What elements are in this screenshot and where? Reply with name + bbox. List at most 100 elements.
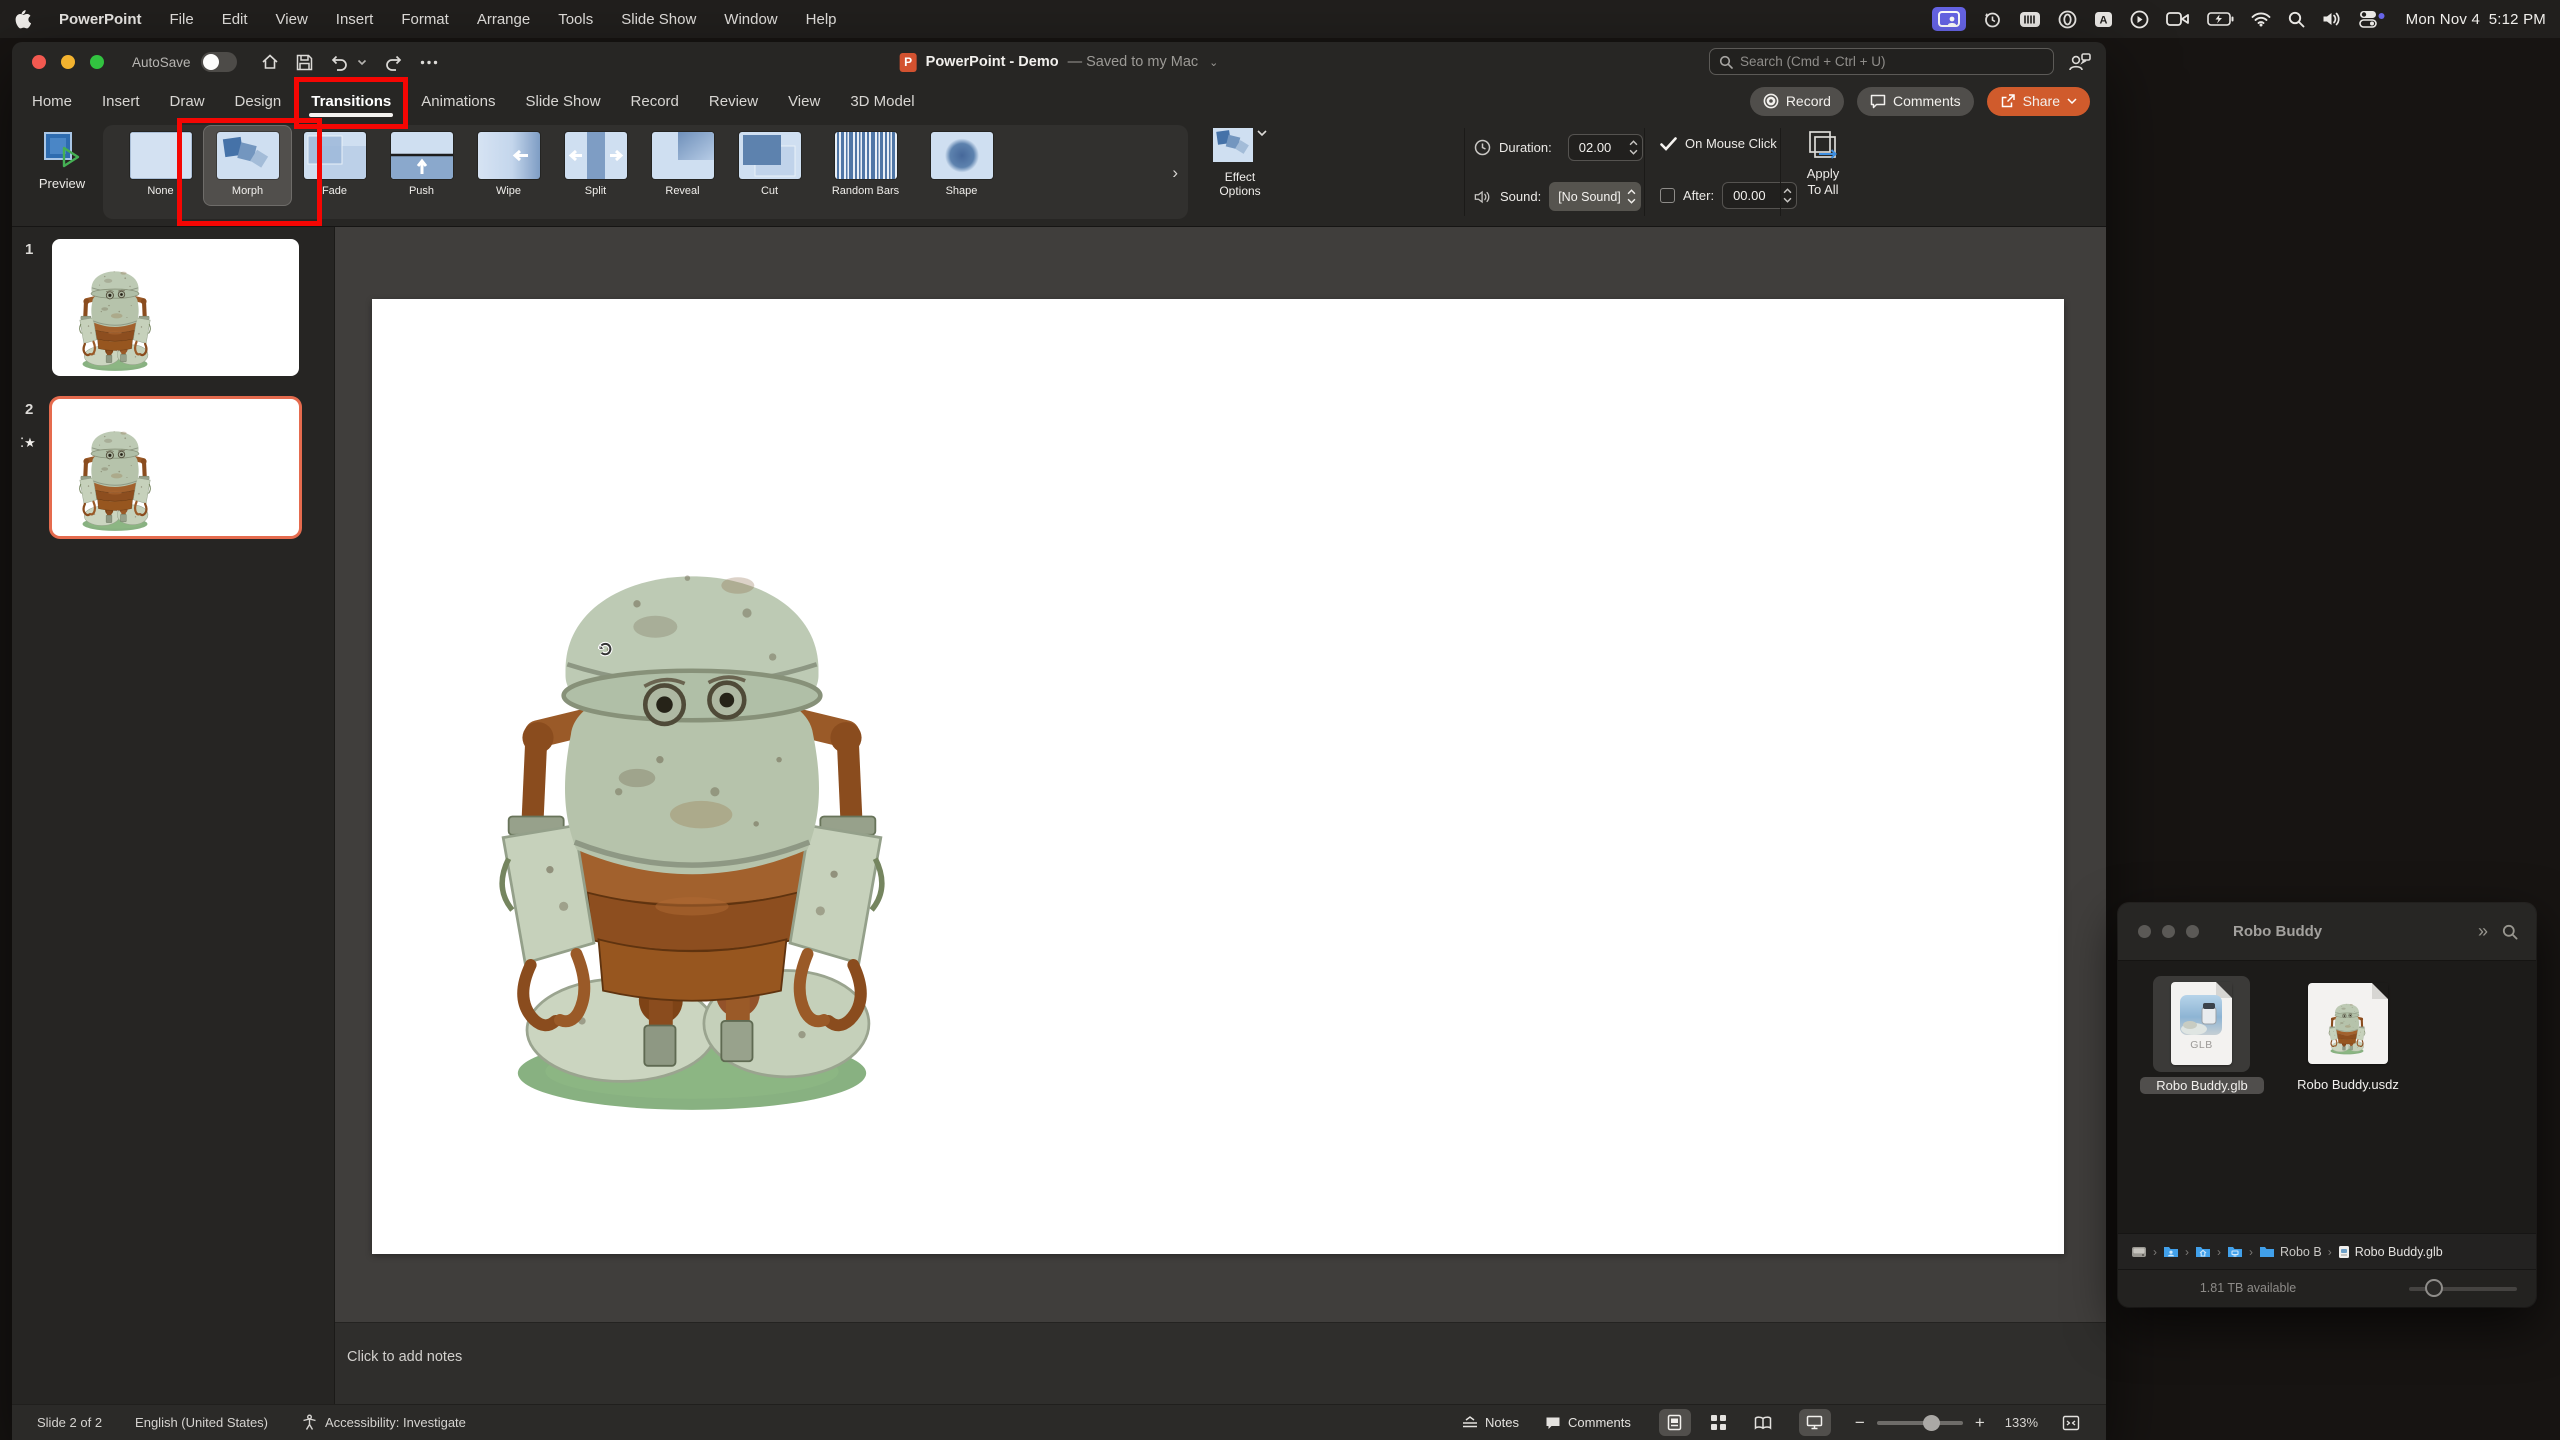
tab-review[interactable]: Review bbox=[709, 84, 758, 119]
transition-reveal[interactable]: Reveal bbox=[639, 132, 726, 197]
menu-view[interactable]: View bbox=[276, 11, 308, 28]
transition-random-bars[interactable]: Random Bars bbox=[813, 132, 918, 197]
tab-design[interactable]: Design bbox=[235, 84, 282, 119]
accessibility-status[interactable]: Accessibility: Investigate bbox=[301, 1414, 466, 1431]
zoom-in-button[interactable]: + bbox=[1975, 1413, 1985, 1433]
duration-stepper[interactable] bbox=[1629, 140, 1638, 155]
zoom-out-button[interactable]: − bbox=[1855, 1413, 1865, 1433]
slideshow-view-button[interactable] bbox=[1799, 1409, 1831, 1436]
save-icon[interactable] bbox=[296, 54, 313, 71]
finder-titlebar[interactable]: Robo Buddy » bbox=[2118, 903, 2536, 961]
transition-wipe[interactable]: Wipe bbox=[465, 132, 552, 197]
finder-file-area[interactable]: GLB Robo Buddy.glb Robo Buddy.usdz bbox=[2118, 961, 2536, 1233]
input-source-icon[interactable]: A bbox=[2094, 7, 2113, 31]
transition-push[interactable]: Push bbox=[378, 132, 465, 197]
minimize-button[interactable] bbox=[61, 55, 75, 69]
menu-window[interactable]: Window bbox=[724, 11, 777, 28]
tab-slide-show[interactable]: Slide Show bbox=[525, 84, 600, 119]
transition-morph[interactable]: Morph bbox=[204, 126, 291, 205]
zoom-level[interactable]: 133% bbox=[2005, 1415, 2038, 1430]
menu-tools[interactable]: Tools bbox=[558, 11, 593, 28]
tab-animations[interactable]: Animations bbox=[421, 84, 495, 119]
close-button[interactable] bbox=[32, 55, 46, 69]
menu-slide-show[interactable]: Slide Show bbox=[621, 11, 696, 28]
path-robo-buddy-folder-icon[interactable] bbox=[2259, 1245, 2275, 1258]
gallery-expand-chevron-icon[interactable]: › bbox=[1172, 163, 1178, 183]
menubar-app-name[interactable]: PowerPoint bbox=[59, 11, 142, 28]
control-center-icon[interactable] bbox=[2359, 7, 2385, 31]
preview-button[interactable]: Preview bbox=[26, 130, 98, 191]
slide-2-preview[interactable] bbox=[52, 399, 299, 536]
sound-dropdown-stepper[interactable] bbox=[1627, 189, 1636, 204]
path-folder-name[interactable]: Robo B bbox=[2280, 1245, 2322, 1259]
fullscreen-button[interactable] bbox=[90, 55, 104, 69]
menubar-clock[interactable]: Mon Nov 4 5:12 PM bbox=[2406, 11, 2546, 28]
slide-sorter-view-button[interactable] bbox=[1703, 1409, 1735, 1436]
slide-2-editing-surface[interactable] bbox=[372, 299, 2064, 1254]
zoom-slider-thumb[interactable] bbox=[1923, 1415, 1940, 1431]
spotlight-icon[interactable] bbox=[2288, 7, 2305, 31]
menu-insert[interactable]: Insert bbox=[336, 11, 374, 28]
notes-placeholder[interactable]: Click to add notes bbox=[347, 1349, 462, 1365]
transition-fade[interactable]: Fade bbox=[291, 132, 378, 197]
presenter-coaching-icon[interactable] bbox=[2068, 52, 2092, 72]
path-disk-icon[interactable] bbox=[2131, 1245, 2147, 1259]
share-button[interactable]: Share bbox=[1987, 87, 2090, 116]
duration-input[interactable]: 02.00 bbox=[1568, 134, 1643, 161]
screen-record-icon[interactable] bbox=[2166, 7, 2190, 31]
finder-minimize-button[interactable] bbox=[2162, 925, 2175, 938]
barcode-status-icon[interactable] bbox=[2019, 7, 2041, 31]
finder-toolbar-overflow-icon[interactable]: » bbox=[2478, 921, 2486, 942]
tab-draw[interactable]: Draw bbox=[170, 84, 205, 119]
record-button[interactable]: Record bbox=[1750, 87, 1844, 116]
slide-thumbnail-1[interactable]: 1 bbox=[52, 239, 299, 376]
home-icon[interactable] bbox=[261, 53, 279, 71]
transition-cut[interactable]: Cut bbox=[726, 132, 813, 197]
glb-file-name[interactable]: Robo Buddy.glb bbox=[2140, 1077, 2264, 1094]
comments-button[interactable]: Comments bbox=[1857, 87, 1974, 116]
path-desktop-folder-icon[interactable] bbox=[2227, 1245, 2243, 1258]
on-mouse-click-checkbox[interactable] bbox=[1660, 137, 1677, 151]
menu-arrange[interactable]: Arrange bbox=[477, 11, 530, 28]
tab-home[interactable]: Home bbox=[32, 84, 72, 119]
notes-pane[interactable]: Click to add notes bbox=[335, 1322, 2106, 1404]
finder-close-button[interactable] bbox=[2138, 925, 2151, 938]
notes-toggle-button[interactable]: Notes bbox=[1462, 1415, 1519, 1430]
slide-counter[interactable]: Slide 2 of 2 bbox=[37, 1415, 102, 1430]
menu-format[interactable]: Format bbox=[401, 11, 449, 28]
slide-1-preview[interactable] bbox=[52, 239, 299, 376]
usdz-file-name[interactable]: Robo Buddy.usdz bbox=[2280, 1077, 2416, 1092]
tab-view[interactable]: View bbox=[788, 84, 820, 119]
document-title[interactable]: PowerPoint - Demo bbox=[926, 54, 1059, 70]
volume-icon[interactable] bbox=[2322, 7, 2342, 31]
search-box[interactable] bbox=[1709, 48, 2054, 75]
time-machine-icon[interactable] bbox=[1983, 7, 2002, 31]
transition-shape[interactable]: Shape bbox=[918, 132, 1005, 197]
reading-view-button[interactable] bbox=[1747, 1409, 1779, 1436]
path-file-icon[interactable] bbox=[2338, 1245, 2350, 1259]
after-input[interactable]: 00.00 bbox=[1722, 182, 1797, 209]
tab-record[interactable]: Record bbox=[631, 84, 679, 119]
apply-to-all-button[interactable]: ApplyTo All bbox=[1790, 130, 1856, 198]
usdz-file-icon[interactable] bbox=[2308, 983, 2388, 1064]
icon-size-slider[interactable] bbox=[2409, 1287, 2517, 1291]
zoom-slider[interactable] bbox=[1877, 1421, 1963, 1425]
normal-view-button[interactable] bbox=[1659, 1409, 1691, 1436]
menu-edit[interactable]: Edit bbox=[222, 11, 248, 28]
glb-file-icon[interactable]: GLB bbox=[2171, 982, 2232, 1065]
tab-transitions[interactable]: Transitions bbox=[311, 84, 391, 119]
apple-logo-icon[interactable] bbox=[14, 7, 31, 31]
transition-none[interactable]: None bbox=[117, 132, 204, 197]
finder-search-icon[interactable] bbox=[2502, 924, 2518, 940]
icon-size-slider-knob[interactable] bbox=[2425, 1279, 2443, 1297]
sound-dropdown[interactable]: [No Sound] bbox=[1549, 182, 1641, 211]
comments-toggle-button[interactable]: Comments bbox=[1545, 1415, 1631, 1430]
wifi-icon[interactable] bbox=[2251, 7, 2271, 31]
more-commands-icon[interactable] bbox=[420, 60, 438, 65]
fit-slide-button[interactable] bbox=[2062, 1414, 2080, 1432]
menu-help[interactable]: Help bbox=[806, 11, 837, 28]
autosave-toggle[interactable] bbox=[201, 52, 237, 72]
undo-icon[interactable] bbox=[330, 54, 349, 71]
undo-dropdown-chevron-icon[interactable] bbox=[357, 59, 367, 66]
path-user-folder-icon[interactable] bbox=[2163, 1245, 2179, 1258]
